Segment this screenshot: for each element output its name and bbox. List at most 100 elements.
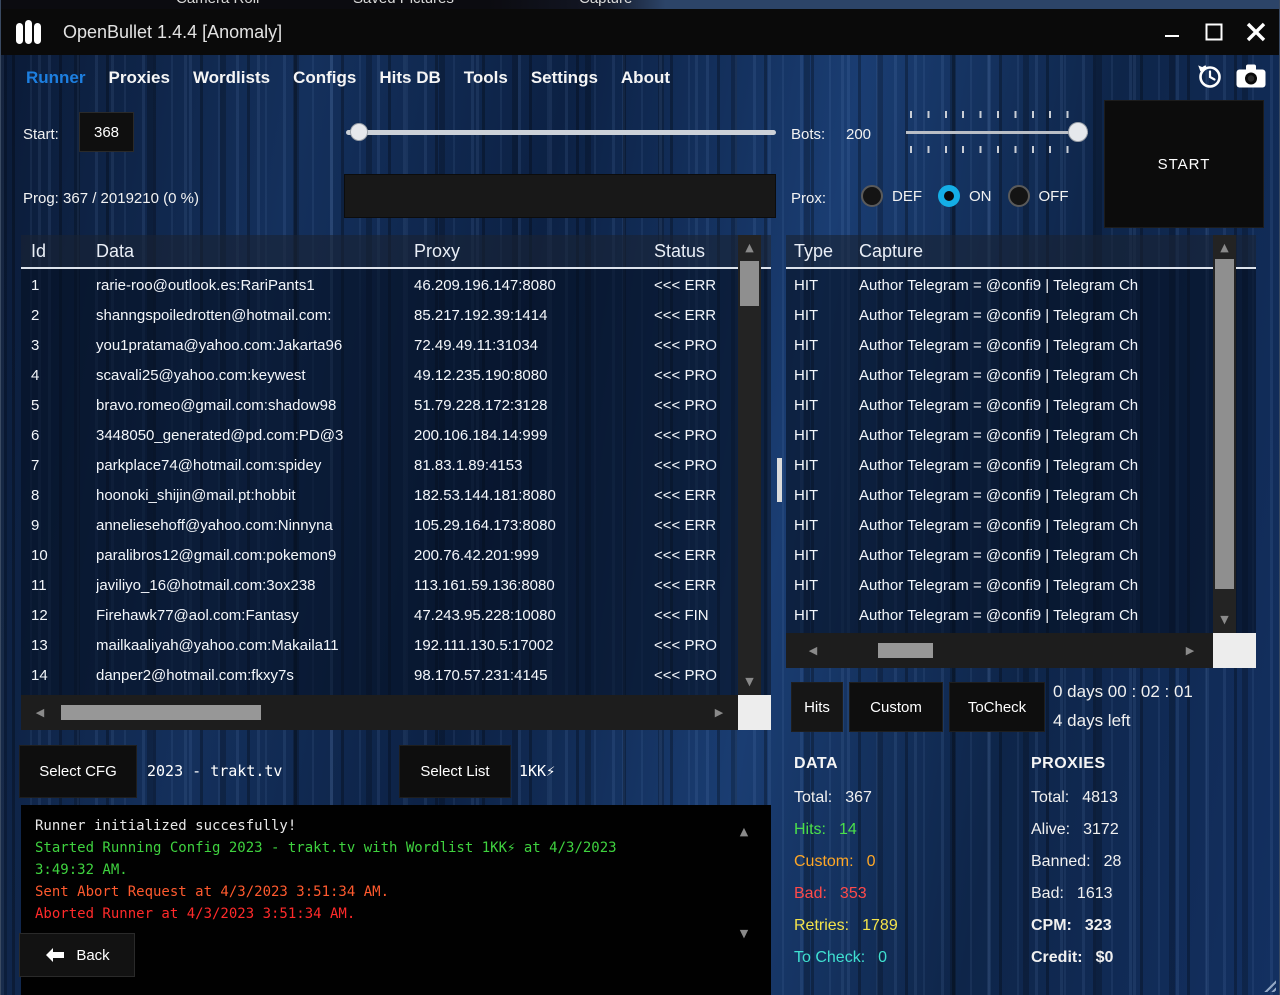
column-header-type[interactable]: Type (794, 235, 833, 267)
column-header-proxy[interactable]: Proxy (414, 235, 460, 267)
proxy-radio-on[interactable] (938, 185, 960, 207)
table-row[interactable]: HITAuthor Telegram = @confi9 | Telegram … (786, 361, 1213, 391)
cell-status: <<< PRO (654, 421, 736, 451)
resize-grip[interactable] (1261, 977, 1276, 992)
menu-item-proxies[interactable]: Proxies (109, 68, 170, 88)
table-row[interactable]: HITAuthor Telegram = @confi9 | Telegram … (786, 601, 1213, 631)
table-row[interactable]: 7parkplace74@hotmail.com:spidey81.83.1.8… (21, 451, 738, 481)
close-button[interactable] (1235, 9, 1277, 55)
bots-slider[interactable] (906, 111, 1088, 155)
scrollbar-thumb[interactable] (740, 261, 759, 306)
proxy-radio-off[interactable] (1008, 185, 1030, 207)
vertical-scrollbar[interactable]: ▲ ▼ (738, 235, 761, 695)
proxy-mode-group: DEF ON OFF (861, 185, 1069, 207)
cell-capture: Author Telegram = @confi9 | Telegram Ch (859, 571, 1211, 601)
scrollbar-corner (1213, 633, 1256, 668)
table-row[interactable]: 10paralibros12@gmail.com:pokemon9200.76.… (21, 541, 738, 571)
horizontal-scrollbar[interactable]: ◀ ▶ (786, 633, 1213, 668)
tab-custom[interactable]: Custom (849, 682, 943, 732)
cell-id: 3 (31, 331, 89, 361)
start-position-input[interactable] (79, 112, 134, 152)
scrollbar-thumb[interactable] (61, 705, 261, 720)
table-row[interactable]: 63448050_generated@pd.com:PD@3200.106.18… (21, 421, 738, 451)
table-row[interactable]: 4scavali25@yahoo.com:keywest49.12.235.19… (21, 361, 738, 391)
menu-item-wordlists[interactable]: Wordlists (193, 68, 270, 88)
progress-slider[interactable] (346, 122, 776, 142)
horizontal-scrollbar[interactable]: ◀ ▶ (21, 695, 738, 730)
screenshot-camera-icon[interactable] (1235, 63, 1267, 94)
cell-capture: Author Telegram = @confi9 | Telegram Ch (859, 421, 1211, 451)
scroll-right-icon[interactable]: ▶ (706, 695, 732, 730)
tab-hits[interactable]: Hits (791, 682, 843, 732)
menu-item-hitsdb[interactable]: Hits DB (379, 68, 440, 88)
cell-id: 13 (31, 631, 89, 661)
proxies-stats: PROXIES Total:4813 Alive:3172 Banned:28 … (1031, 750, 1261, 974)
table-row[interactable]: 14danper2@hotmail.com:fkxy7s98.170.57.23… (21, 661, 738, 691)
table-splitter[interactable] (777, 458, 782, 502)
slider-thumb[interactable] (1068, 122, 1088, 142)
proxy-radio-on-label: ON (969, 188, 992, 205)
cell-proxy: 105.29.164.173:8080 (414, 511, 646, 541)
minimize-button[interactable] (1151, 9, 1193, 55)
cell-type: HIT (794, 301, 854, 331)
table-row[interactable]: HITAuthor Telegram = @confi9 | Telegram … (786, 301, 1213, 331)
back-arrow-icon (44, 947, 66, 963)
column-header-id[interactable]: Id (31, 235, 46, 267)
table-row[interactable]: 5bravo.romeo@gmail.com:shadow9851.79.228… (21, 391, 738, 421)
table-row[interactable]: HITAuthor Telegram = @confi9 | Telegram … (786, 421, 1213, 451)
scroll-down-icon[interactable]: ▼ (731, 923, 757, 945)
column-header-capture[interactable]: Capture (859, 235, 923, 267)
proxies-stats-title: PROXIES (1031, 750, 1261, 782)
cell-data: scavali25@yahoo.com:keywest (96, 361, 408, 391)
results-table-body: 1rarie-roo@outlook.es:RariPants146.209.1… (21, 271, 738, 695)
menu-item-configs[interactable]: Configs (293, 68, 356, 88)
scrollbar-thumb[interactable] (1215, 259, 1234, 589)
table-row[interactable]: HITAuthor Telegram = @confi9 | Telegram … (786, 571, 1213, 601)
table-row[interactable]: HITAuthor Telegram = @confi9 | Telegram … (786, 391, 1213, 421)
table-row[interactable]: 12Firehawk77@aol.com:Fantasy47.243.95.22… (21, 601, 738, 631)
scroll-left-icon[interactable]: ◀ (27, 695, 53, 730)
menu-item-tools[interactable]: Tools (464, 68, 508, 88)
table-row[interactable]: 13mailkaaliyah@yahoo.com:Makaila11192.11… (21, 631, 738, 661)
select-wordlist-button[interactable]: Select List (399, 745, 511, 798)
table-row[interactable]: 11javiliyo_16@hotmail.com:3ox238113.161.… (21, 571, 738, 601)
slider-thumb[interactable] (350, 123, 368, 141)
scroll-up-icon[interactable]: ▲ (1213, 237, 1236, 259)
scroll-right-icon[interactable]: ▶ (1177, 633, 1203, 668)
minimize-icon (1163, 23, 1181, 41)
log-line: Aborted Runner at 4/3/2023 3:51:34 AM. (35, 903, 620, 925)
table-row[interactable]: HITAuthor Telegram = @confi9 | Telegram … (786, 271, 1213, 301)
scroll-up-icon[interactable]: ▲ (731, 821, 757, 843)
column-header-data[interactable]: Data (96, 235, 134, 267)
table-row[interactable]: 2shanngspoiledrotten@hotmail.com:85.217.… (21, 301, 738, 331)
proxy-radio-def[interactable] (861, 185, 883, 207)
scroll-down-icon[interactable]: ▼ (738, 671, 761, 693)
cell-proxy: 49.12.235.190:8080 (414, 361, 646, 391)
scroll-left-icon[interactable]: ◀ (800, 633, 826, 668)
table-row[interactable]: HITAuthor Telegram = @confi9 | Telegram … (786, 541, 1213, 571)
scrollbar-thumb[interactable] (878, 643, 933, 658)
table-row[interactable]: 9anneliesehoff@yahoo.com:Ninnyna105.29.1… (21, 511, 738, 541)
start-button[interactable]: START (1104, 100, 1264, 228)
back-button[interactable]: Back (19, 933, 135, 977)
tab-tocheck[interactable]: ToCheck (949, 682, 1045, 732)
scroll-down-icon[interactable]: ▼ (1213, 609, 1236, 631)
table-row[interactable]: HITAuthor Telegram = @confi9 | Telegram … (786, 511, 1213, 541)
titlebar[interactable]: OpenBullet 1.4.4 [Anomaly] (1, 9, 1279, 55)
table-row[interactable]: HITAuthor Telegram = @confi9 | Telegram … (786, 331, 1213, 361)
table-row[interactable]: 1rarie-roo@outlook.es:RariPants146.209.1… (21, 271, 738, 301)
maximize-button[interactable] (1193, 9, 1235, 55)
select-config-button[interactable]: Select CFG (19, 745, 137, 798)
scroll-up-icon[interactable]: ▲ (738, 237, 761, 259)
vertical-scrollbar[interactable]: ▲ ▼ (1213, 235, 1236, 633)
debugger-clock-icon[interactable] (1195, 62, 1223, 95)
table-row[interactable]: HITAuthor Telegram = @confi9 | Telegram … (786, 451, 1213, 481)
table-row[interactable]: 3you1pratama@yahoo.com:Jakarta9672.49.49… (21, 331, 738, 361)
menu-item-settings[interactable]: Settings (531, 68, 598, 88)
cell-type: HIT (794, 391, 854, 421)
table-row[interactable]: HITAuthor Telegram = @confi9 | Telegram … (786, 481, 1213, 511)
column-header-status[interactable]: Status (654, 235, 705, 267)
menu-item-runner[interactable]: Runner (26, 68, 86, 88)
menu-item-about[interactable]: About (621, 68, 670, 88)
table-row[interactable]: 8hoonoki_shijin@mail.pt:hobbit182.53.144… (21, 481, 738, 511)
